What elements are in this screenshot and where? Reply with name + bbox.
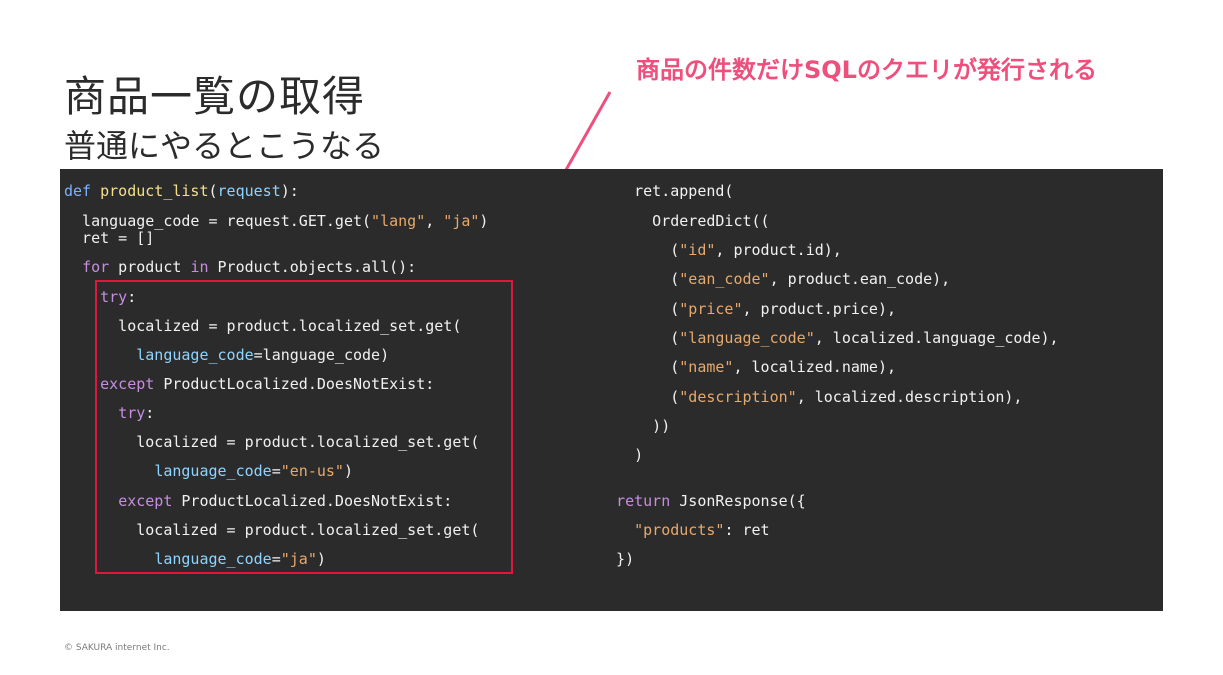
code-line: "products": ret <box>634 521 770 539</box>
slide-subtitle: 普通にやるとこうなる <box>64 127 385 165</box>
code-line: for product in Product.objects.all(): <box>82 258 417 276</box>
code-line: OrderedDict(( <box>598 212 770 230</box>
code-line: }) <box>598 550 635 568</box>
code-line: ("id", product.id), <box>598 241 842 259</box>
footer-copyright: © SAKURA internet Inc. <box>64 643 170 653</box>
highlight-box <box>95 280 513 574</box>
code-line: ("name", localized.name), <box>598 358 897 376</box>
slide-title: 商品一覧の取得 <box>64 72 366 121</box>
code-line: ret = [] <box>64 229 155 247</box>
code-line: ) <box>598 446 644 464</box>
code-line: ("language_code", localized.language_cod… <box>598 329 1059 347</box>
code-line: def product_list(request): <box>64 182 299 200</box>
code-line: return JsonResponse({ <box>616 492 806 510</box>
code-line: ("description", localized.description), <box>598 388 1023 406</box>
code-line: ret.append( <box>598 182 734 200</box>
code-line: language_code = request.GET.get("lang", … <box>64 212 489 230</box>
code-line: )) <box>598 417 671 435</box>
callout-text: 商品の件数だけSQLのクエリが発行される <box>636 56 1097 84</box>
code-line: ("ean_code", product.ean_code), <box>598 270 951 288</box>
code-line: ("price", product.price), <box>598 300 897 318</box>
